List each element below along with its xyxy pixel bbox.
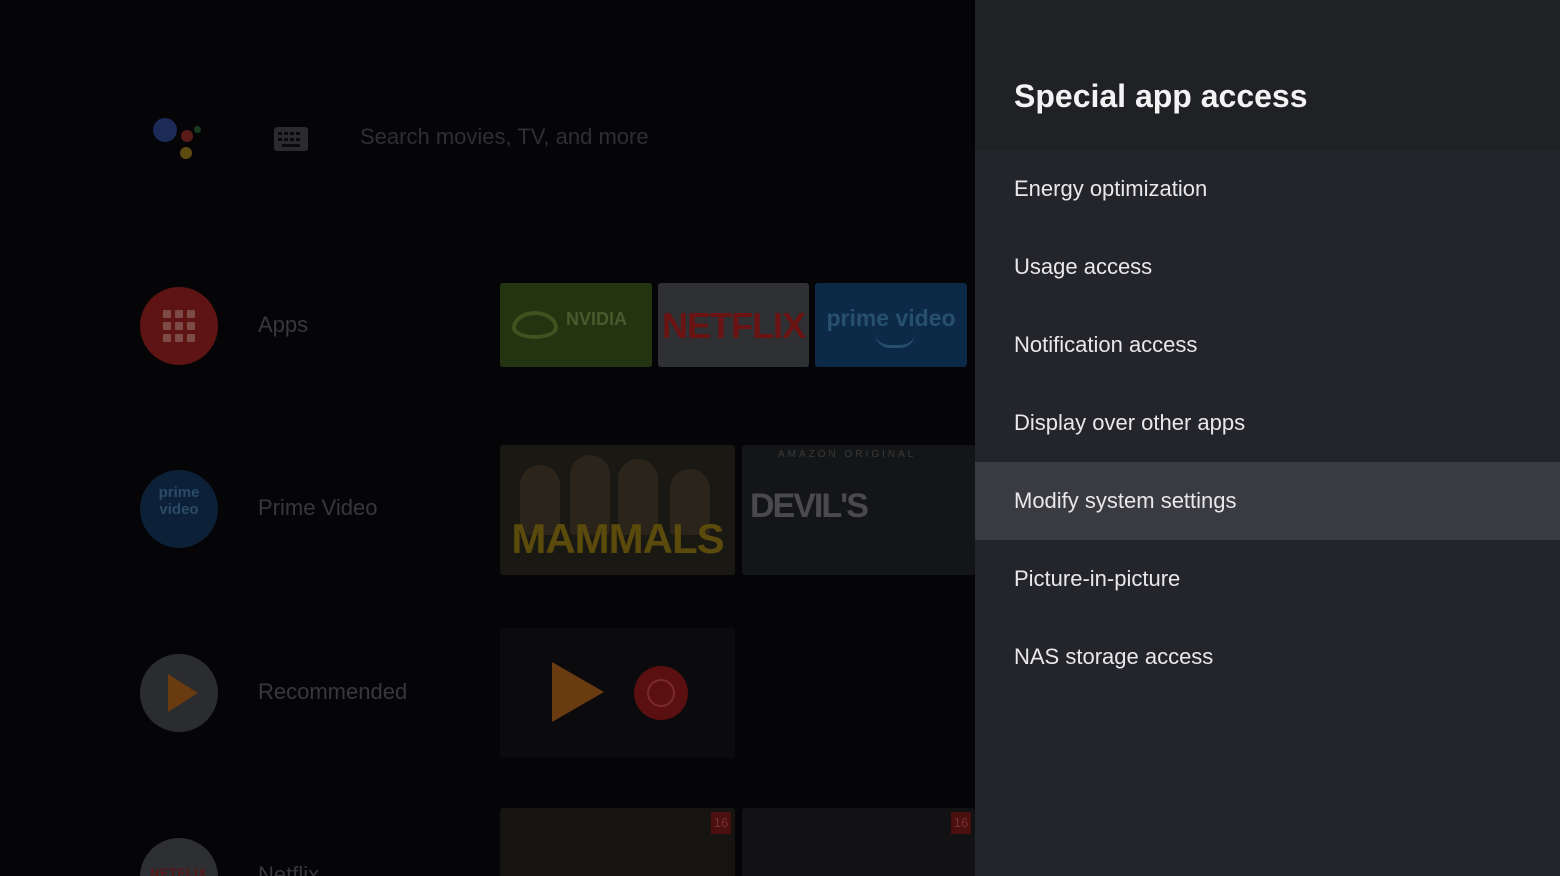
screen: Search movies, TV, and more Apps NVIDIA …	[0, 0, 1560, 876]
netflix-tile-label: NETFLIX	[662, 305, 806, 346]
settings-menu: Energy optimization Usage access Notific…	[975, 150, 1560, 696]
menu-item-label: Picture-in-picture	[1014, 566, 1181, 591]
menu-item-label: Display over other apps	[1014, 410, 1246, 435]
netflix-icon-label: NETFLIX	[150, 866, 208, 876]
play-store-icon	[552, 662, 604, 722]
keyboard-icon[interactable]	[274, 127, 308, 151]
panel-header: Special app access	[975, 0, 1560, 150]
row-label-apps: Apps	[258, 312, 309, 337]
nvidia-tile-label: NVIDIA	[566, 309, 628, 329]
devils-top-label: AMAZON ORIGINAL	[778, 449, 917, 460]
prime-smile-icon	[875, 333, 915, 348]
devils-title: DEVIL'S	[750, 487, 869, 525]
prime-icon-label: prime video	[158, 484, 200, 518]
content-tile-devils-hour[interactable]: AMAZON ORIGINAL DEVIL'S	[742, 445, 975, 575]
menu-item-display-over-other-apps[interactable]: Display over other apps	[975, 384, 1560, 462]
prime-video-icon[interactable]: prime video	[140, 470, 218, 548]
settings-panel: Special app access Energy optimization U…	[975, 0, 1560, 876]
menu-item-label: NAS storage access	[1014, 644, 1214, 669]
row-label-recommended: Recommended	[258, 679, 408, 704]
netflix-content-tile[interactable]: 16	[500, 808, 735, 876]
mammals-title: MAMMALS	[511, 515, 724, 562]
age-rating-badge: 16	[711, 812, 731, 834]
menu-item-label: Usage access	[1014, 254, 1153, 279]
google-assistant-icon[interactable]	[150, 116, 206, 164]
netflix-icon[interactable]: NETFLIX	[140, 838, 218, 876]
prime-tile-label: prime video	[826, 305, 956, 331]
apps-grid-icon[interactable]	[140, 287, 218, 365]
launcher-background: Search movies, TV, and more Apps NVIDIA …	[0, 0, 975, 876]
menu-item-energy-optimization[interactable]: Energy optimization	[975, 150, 1560, 228]
menu-item-label: Energy optimization	[1014, 176, 1208, 201]
row-label-prime-video: Prime Video	[258, 495, 378, 520]
page-title: Special app access	[1014, 78, 1308, 114]
menu-item-usage-access[interactable]: Usage access	[975, 228, 1560, 306]
menu-item-picture-in-picture[interactable]: Picture-in-picture	[975, 540, 1560, 618]
content-tile-mammals[interactable]: MAMMALS	[500, 445, 735, 575]
youtube-music-icon	[634, 666, 688, 720]
recommended-tile[interactable]	[500, 628, 735, 758]
menu-item-modify-system-settings[interactable]: Modify system settings	[975, 462, 1560, 540]
menu-item-label: Modify system settings	[1014, 488, 1237, 513]
menu-item-nas-storage-access[interactable]: NAS storage access	[975, 618, 1560, 696]
prime-video-app-tile[interactable]: prime video	[815, 283, 967, 367]
nvidia-eye-icon	[512, 311, 558, 339]
menu-item-notification-access[interactable]: Notification access	[975, 306, 1560, 384]
netflix-app-tile[interactable]: NETFLIX	[658, 283, 809, 367]
row-label-netflix: Netflix	[258, 862, 320, 876]
search-placeholder[interactable]: Search movies, TV, and more	[360, 124, 649, 150]
netflix-content-tile[interactable]: 16	[742, 808, 975, 876]
menu-item-label: Notification access	[1014, 332, 1198, 357]
age-rating-badge: 16	[951, 812, 971, 834]
google-play-icon[interactable]	[140, 654, 218, 732]
nvidia-app-tile[interactable]: NVIDIA	[500, 283, 652, 367]
